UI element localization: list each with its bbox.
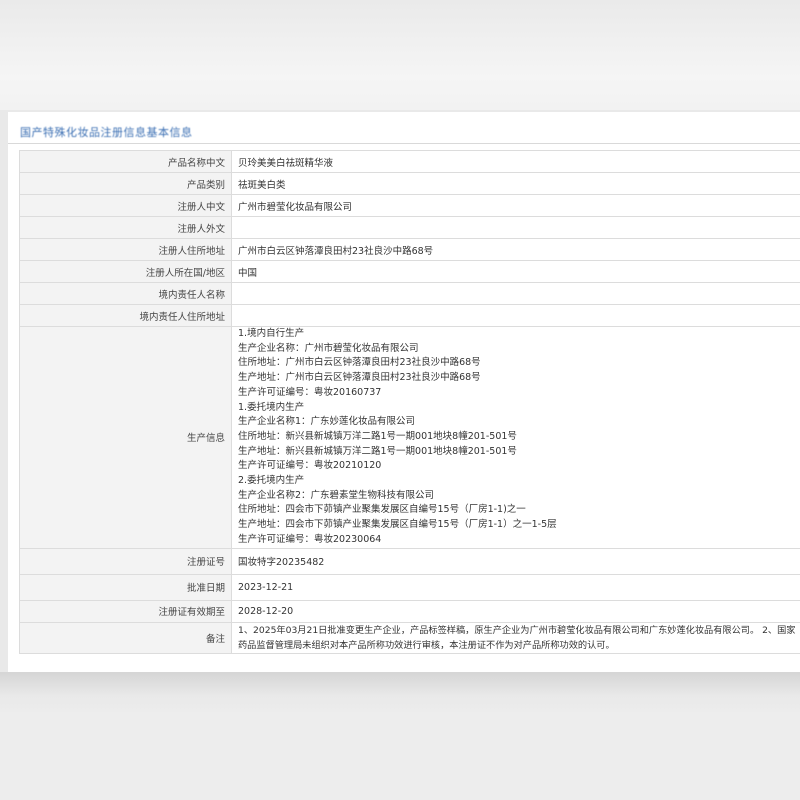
page-title: 国产特殊化妆品注册信息基本信息	[20, 126, 193, 139]
table-row-production: 生产信息 1.境内自行生产 生产企业名称：广州市碧莹化妆品有限公司 住所地址：广…	[19, 326, 800, 549]
production-line: 生产许可证编号：粤妆20210120	[238, 460, 382, 472]
table-row: 境内责任人住所地址	[19, 304, 800, 327]
row-value: 贝玲美美白祛斑精华液	[231, 150, 800, 173]
production-line: 住所地址：四会市下茆镇产业聚集发展区自编号15号（厂房1-1)之一	[238, 504, 526, 516]
table-row: 注册证有效期至 2028-12-20	[19, 599, 800, 623]
bottom-blurred-area	[0, 712, 800, 800]
production-info: 1.境内自行生产 生产企业名称：广州市碧莹化妆品有限公司 住所地址：广州市白云区…	[231, 326, 800, 549]
production-line: 生产许可证编号：粤妆20160737	[238, 386, 382, 398]
production-line: 生产地址：四会市下茆镇产业聚集发展区自编号15号（厂房1-1）之一1-5层	[238, 519, 557, 531]
table-row: 注册人所在国/地区 中国	[19, 260, 800, 283]
row-value	[231, 216, 800, 239]
row-label: 批准日期	[19, 573, 232, 601]
info-table: 产品名称中文 贝玲美美白祛斑精华液 产品类别 祛斑美白类 注册人中文 广州市碧莹…	[19, 150, 800, 654]
row-label: 注册人所在国/地区	[19, 260, 232, 283]
table-row: 注册人住所地址 广州市白云区钟落潭良田村23社良沙中路68号	[19, 238, 800, 261]
row-value: 广州市白云区钟落潭良田村23社良沙中路68号	[231, 238, 800, 261]
row-label: 注册证号	[19, 547, 232, 575]
row-label: 生产信息	[19, 326, 232, 549]
production-line: 生产地址：新兴县新城镇万洋二路1号一期001地块8幢201-501号	[238, 445, 517, 457]
production-line: 生产许可证编号：粤妆20230064	[238, 533, 382, 545]
production-line: 生产企业名称2：广东碧素堂生物科技有限公司	[238, 489, 435, 501]
table-row: 批准日期 2023-12-21	[19, 573, 800, 601]
row-value: 2023-12-21	[231, 573, 800, 601]
remark-value: 1、2025年03月21日批准变更生产企业，产品标签样稿，原生产企业为广州市碧莹…	[231, 621, 800, 654]
row-label: 注册人住所地址	[19, 238, 232, 261]
table-row: 产品类别 祛斑美白类	[19, 172, 800, 195]
row-label: 产品名称中文	[19, 150, 232, 173]
production-line: 生产企业名称：广州市碧莹化妆品有限公司	[238, 342, 419, 354]
production-line: 1.委托境内生产	[238, 401, 305, 413]
production-line: 2.委托境内生产	[238, 475, 305, 487]
table-row: 注册证号 国妆特字20235482	[19, 547, 800, 575]
row-label: 备注	[19, 621, 232, 654]
row-value: 2028-12-20	[231, 599, 800, 623]
table-row: 境内责任人名称	[19, 282, 800, 305]
production-line: 1.境内自行生产	[238, 328, 305, 339]
top-blurred-area	[0, 0, 800, 110]
row-label: 注册人中文	[19, 194, 232, 217]
production-line: 生产企业名称1：广东妙莲化妆品有限公司	[238, 416, 416, 428]
table-row-remark: 备注 1、2025年03月21日批准变更生产企业，产品标签样稿，原生产企业为广州…	[19, 621, 800, 654]
row-label: 注册证有效期至	[19, 599, 232, 623]
row-label: 注册人外文	[19, 216, 232, 239]
title-divider	[8, 143, 800, 144]
page: 国产特殊化妆品注册信息基本信息 产品名称中文 贝玲美美白祛斑精华液 产品类别 祛…	[0, 0, 800, 800]
row-value	[231, 304, 800, 327]
row-label: 境内责任人住所地址	[19, 304, 232, 327]
table-row: 注册人外文	[19, 216, 800, 239]
row-label: 产品类别	[19, 172, 232, 195]
production-line: 住所地址：广州市白云区钟落潭良田村23社良沙中路68号	[238, 357, 481, 369]
bottom-shadow	[0, 672, 800, 712]
row-value: 祛斑美白类	[231, 172, 800, 195]
row-value: 广州市碧莹化妆品有限公司	[231, 194, 800, 217]
production-line: 生产地址：广州市白云区钟落潭良田村23社良沙中路68号	[238, 372, 481, 384]
production-line: 住所地址：新兴县新城镇万洋二路1号一期001地块8幢201-501号	[238, 430, 517, 442]
row-value: 中国	[231, 260, 800, 283]
table-row: 产品名称中文 贝玲美美白祛斑精华液	[19, 150, 800, 173]
row-label: 境内责任人名称	[19, 282, 232, 305]
table-row: 注册人中文 广州市碧莹化妆品有限公司	[19, 194, 800, 217]
row-value: 国妆特字20235482	[231, 547, 800, 575]
row-value	[231, 282, 800, 305]
